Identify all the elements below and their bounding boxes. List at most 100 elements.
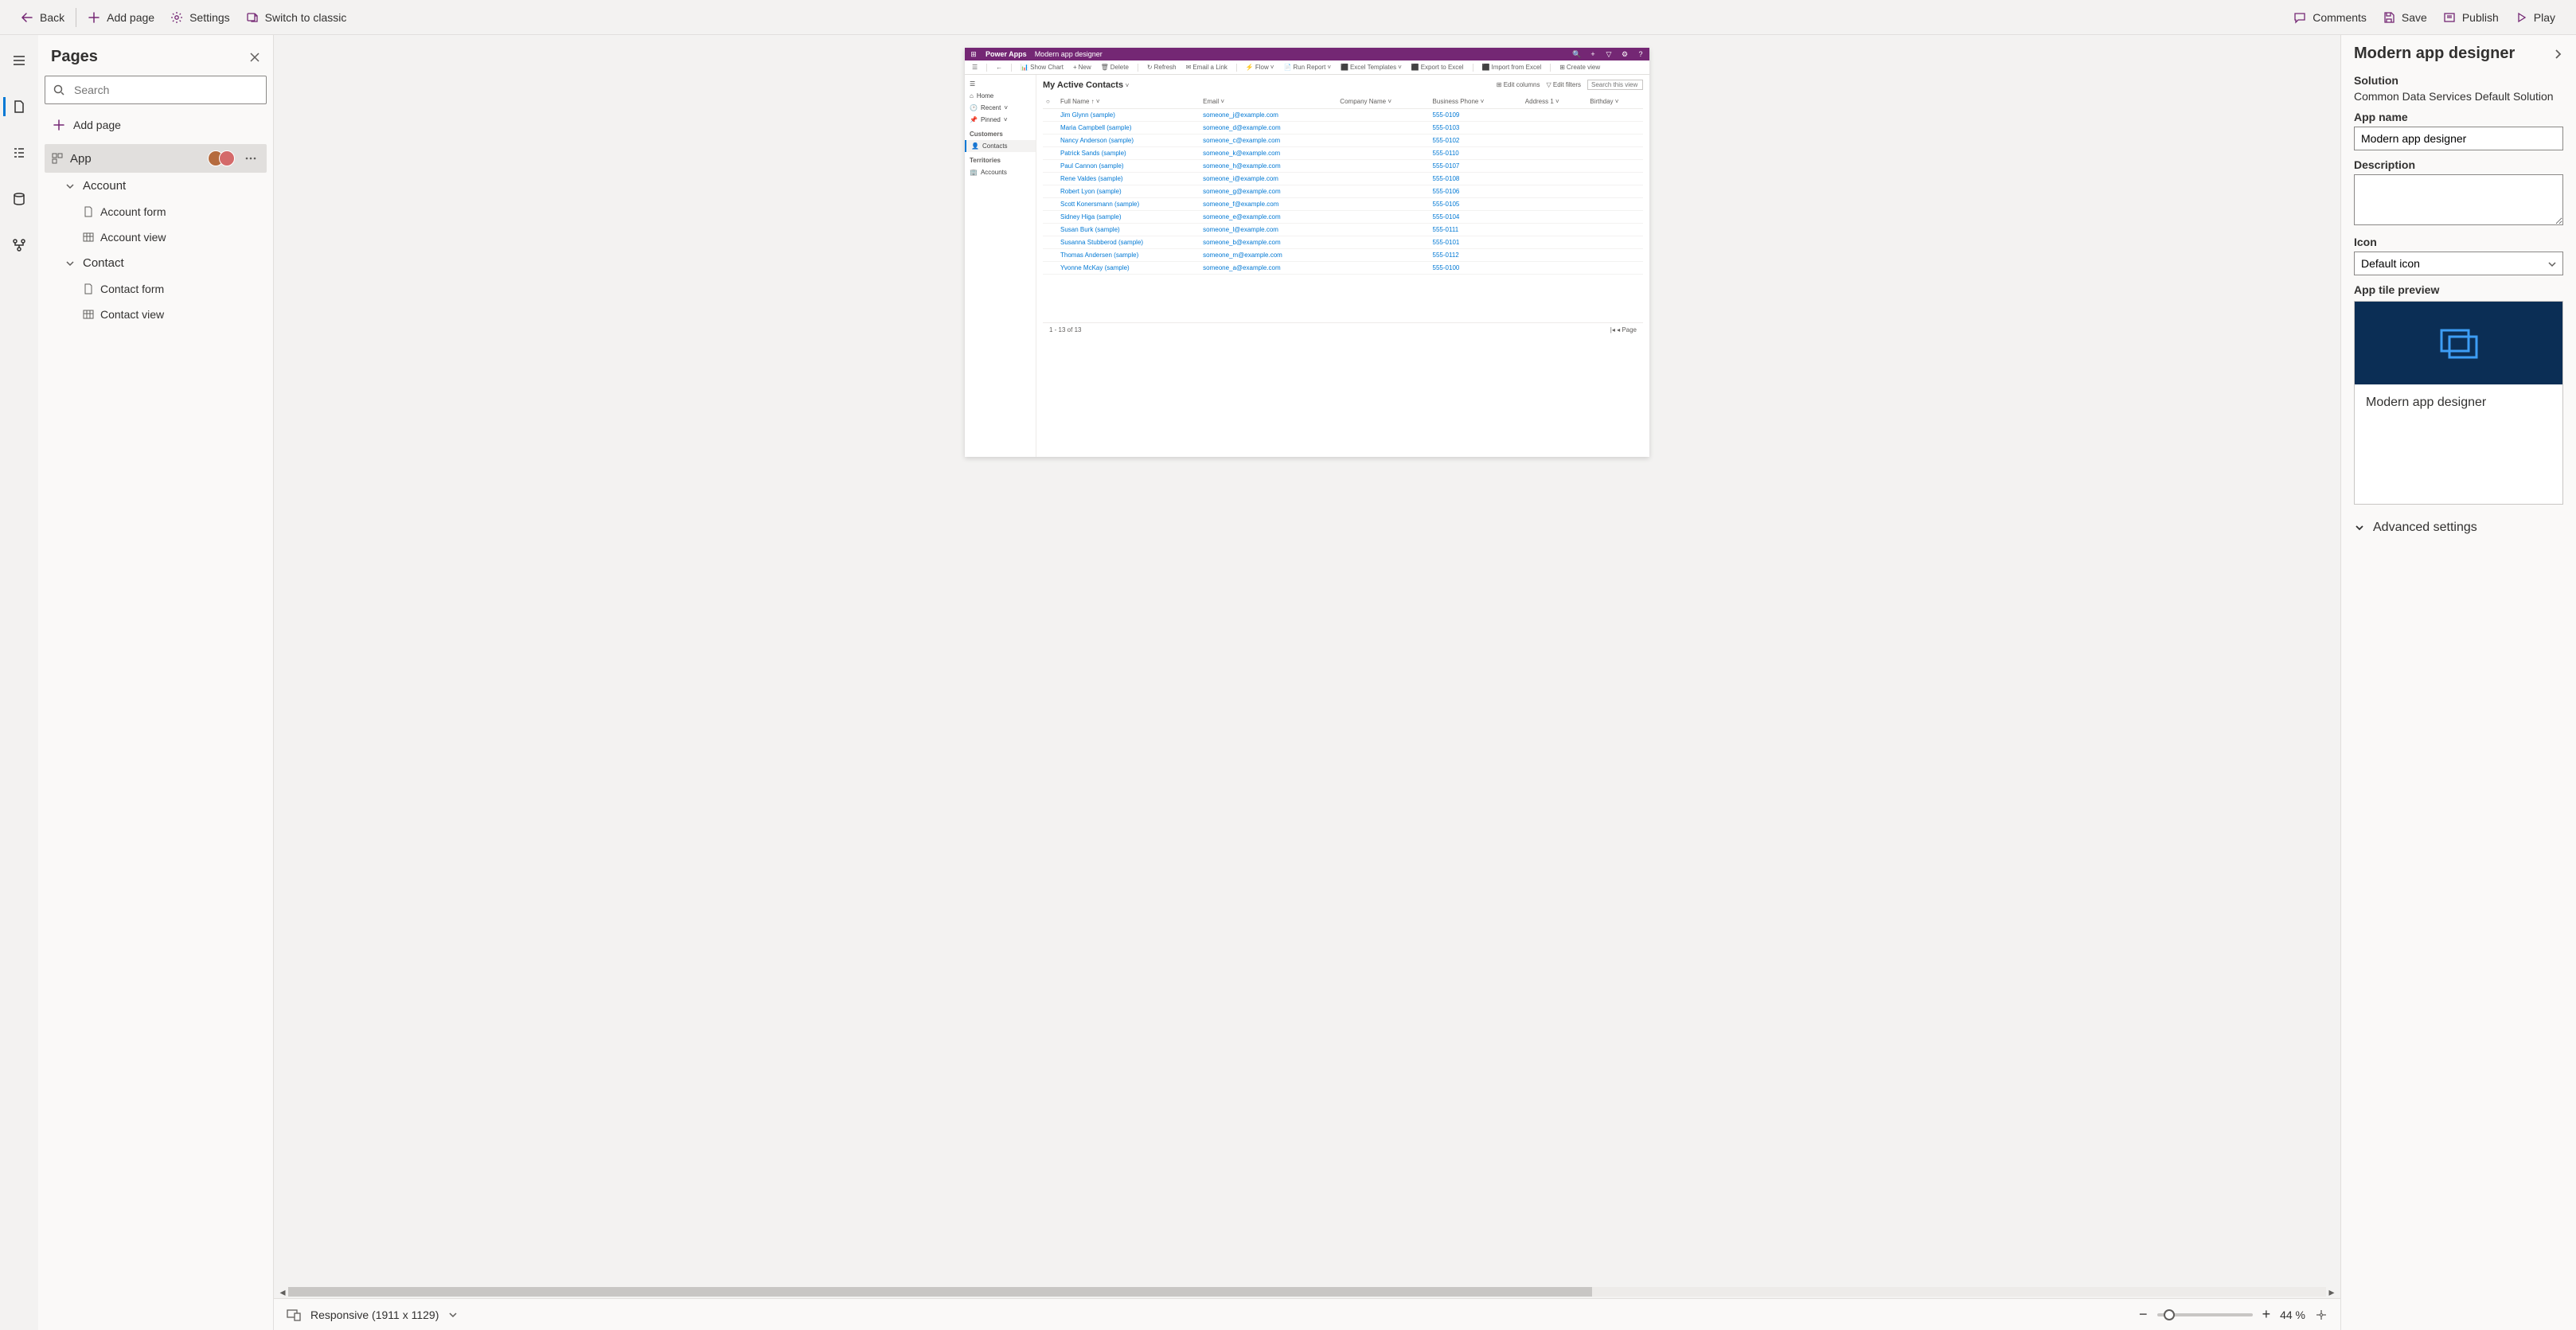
- cmd-email-link: ✉ Email a Link: [1184, 63, 1230, 72]
- left-icon-rail: [0, 35, 38, 1330]
- tree-icon: [12, 146, 26, 160]
- horizontal-scrollbar[interactable]: ◂ ▸: [274, 1285, 2340, 1298]
- publish-icon: [2443, 11, 2456, 24]
- plus-icon: +: [1589, 50, 1597, 58]
- add-page-row[interactable]: Add page: [45, 111, 267, 139]
- canvas-viewport[interactable]: ⊞ Power Apps Modern app designer 🔍 + ▽ ⚙…: [274, 35, 2340, 1285]
- solution-label: Solution: [2354, 74, 2563, 87]
- scroll-track[interactable]: [288, 1287, 2326, 1297]
- tree-item-account-view[interactable]: Account view: [45, 224, 267, 250]
- preview-content: My Active Contacts ˅ ⊞ Edit columns ▽ Ed…: [1036, 75, 1649, 457]
- hamburger-menu-button[interactable]: [3, 45, 35, 76]
- tree-item-app[interactable]: App: [45, 144, 267, 173]
- zoom-out-button[interactable]: −: [2139, 1306, 2148, 1323]
- add-page-button[interactable]: Add page: [80, 6, 162, 29]
- table-row: Rene Valdes (sample)someone_i@example.co…: [1043, 173, 1643, 185]
- responsive-label[interactable]: Responsive (1911 x 1129): [310, 1309, 439, 1321]
- edit-filters: ▽ Edit filters: [1547, 81, 1582, 88]
- help-icon: ?: [1637, 50, 1645, 58]
- description-textarea[interactable]: [2354, 174, 2563, 225]
- tree-item-label: App: [70, 152, 92, 166]
- tree-item-label: Contact view: [100, 308, 164, 321]
- chat-icon: [2293, 11, 2306, 24]
- gear-icon: [170, 11, 183, 24]
- advanced-settings-label: Advanced settings: [2373, 521, 2477, 535]
- table-row: Robert Lyon (sample)someone_g@example.co…: [1043, 185, 1643, 198]
- table-row: Nancy Anderson (sample)someone_c@example…: [1043, 135, 1643, 147]
- rail-automation-button[interactable]: [3, 229, 35, 261]
- cmd-flow: ⚡ Flow ˅: [1243, 63, 1277, 72]
- pages-search: [45, 76, 267, 104]
- preview-search-input: [1587, 80, 1643, 90]
- scroll-left-icon[interactable]: ◂: [277, 1285, 288, 1299]
- collapse-panel-button[interactable]: [2552, 49, 2563, 60]
- app-name-label: App name: [2354, 111, 2563, 123]
- cmd-export-excel: ⬛ Export to Excel: [1409, 63, 1466, 72]
- form-icon: [83, 283, 94, 294]
- play-button[interactable]: Play: [2507, 6, 2563, 29]
- tree-item-contact-view[interactable]: Contact view: [45, 302, 267, 327]
- preview-app-name: Modern app designer: [1035, 50, 1103, 58]
- switch-classic-button[interactable]: Switch to classic: [238, 6, 355, 29]
- solution-value: Common Data Services Default Solution: [2354, 90, 2563, 103]
- responsive-icon: [287, 1308, 301, 1322]
- table-row: Susan Burk (sample)someone_l@example.com…: [1043, 224, 1643, 236]
- scroll-right-icon[interactable]: ▸: [2326, 1285, 2337, 1299]
- comments-label: Comments: [2313, 11, 2367, 24]
- zoom-value: 44 %: [2280, 1309, 2305, 1321]
- waffle-icon: ⊞: [970, 50, 978, 58]
- pages-search-input[interactable]: [45, 76, 267, 104]
- pages-panel-title: Pages: [51, 48, 98, 66]
- tree-item-account[interactable]: Account: [45, 173, 267, 199]
- search-icon: [53, 84, 65, 96]
- chevron-down-icon: [2354, 522, 2365, 533]
- cmd-show-chart: 📊 Show Chart: [1018, 63, 1066, 72]
- chevron-right-icon: [2552, 49, 2563, 60]
- chevron-down-icon: [64, 258, 76, 269]
- nav-hamburger: ☰: [965, 78, 1036, 90]
- play-icon: [2515, 11, 2527, 24]
- table-row: Jim Glynn (sample)someone_j@example.com5…: [1043, 109, 1643, 122]
- cmd-refresh: ↻ Refresh: [1145, 63, 1179, 72]
- zoom-knob[interactable]: [2164, 1309, 2175, 1320]
- hamburger-icon: [12, 53, 26, 68]
- zoom-slider[interactable]: [2157, 1313, 2253, 1316]
- preview-data-grid: ○ Full Name ↑ ˅ Email ˅ Company Name ˅ B…: [1043, 95, 1643, 275]
- rail-navigation-button[interactable]: [3, 137, 35, 169]
- comments-button[interactable]: Comments: [2285, 6, 2375, 29]
- rail-data-button[interactable]: [3, 183, 35, 215]
- row-count: 1 - 13 of 13: [1049, 326, 1081, 333]
- tree-item-more-button[interactable]: [241, 152, 260, 165]
- zoom-in-button[interactable]: +: [2262, 1306, 2271, 1323]
- close-panel-button[interactable]: [249, 52, 260, 63]
- presence-avatars: [213, 150, 235, 166]
- table-row: Yvonne McKay (sample)someone_a@example.c…: [1043, 262, 1643, 275]
- chevron-down-icon: [2547, 259, 2557, 269]
- back-button[interactable]: Back: [13, 6, 72, 29]
- tree-item-contact-form[interactable]: Contact form: [45, 276, 267, 302]
- tree-item-contact[interactable]: Contact: [45, 250, 267, 276]
- app-name-input[interactable]: [2354, 127, 2563, 150]
- table-row: Sidney Higa (sample)someone_e@example.co…: [1043, 211, 1643, 224]
- advanced-settings-toggle[interactable]: Advanced settings: [2354, 521, 2563, 535]
- preview-view-title: My Active Contacts: [1043, 80, 1123, 90]
- chevron-down-icon[interactable]: [448, 1310, 458, 1320]
- tree-item-account-form[interactable]: Account form: [45, 199, 267, 224]
- scroll-thumb[interactable]: [288, 1287, 1592, 1297]
- save-button[interactable]: Save: [2375, 6, 2435, 29]
- fit-to-screen-icon[interactable]: [2315, 1309, 2328, 1321]
- gear-icon: ⚙: [1621, 50, 1629, 58]
- plus-icon: [53, 119, 65, 131]
- top-command-bar: Back Add page Settings Switch to classic…: [0, 0, 2576, 35]
- save-label: Save: [2402, 11, 2427, 24]
- plus-icon: [88, 11, 100, 24]
- rail-pages-button[interactable]: [3, 91, 35, 123]
- publish-button[interactable]: Publish: [2435, 6, 2507, 29]
- icon-select[interactable]: [2354, 252, 2563, 275]
- cmd-run-report: 📄 Run Report ˅: [1281, 63, 1333, 72]
- icon-label: Icon: [2354, 236, 2563, 248]
- tree-item-label: Account: [83, 179, 126, 193]
- settings-button[interactable]: Settings: [162, 6, 238, 29]
- arrow-left-icon: [21, 11, 33, 24]
- more-icon: [244, 152, 257, 165]
